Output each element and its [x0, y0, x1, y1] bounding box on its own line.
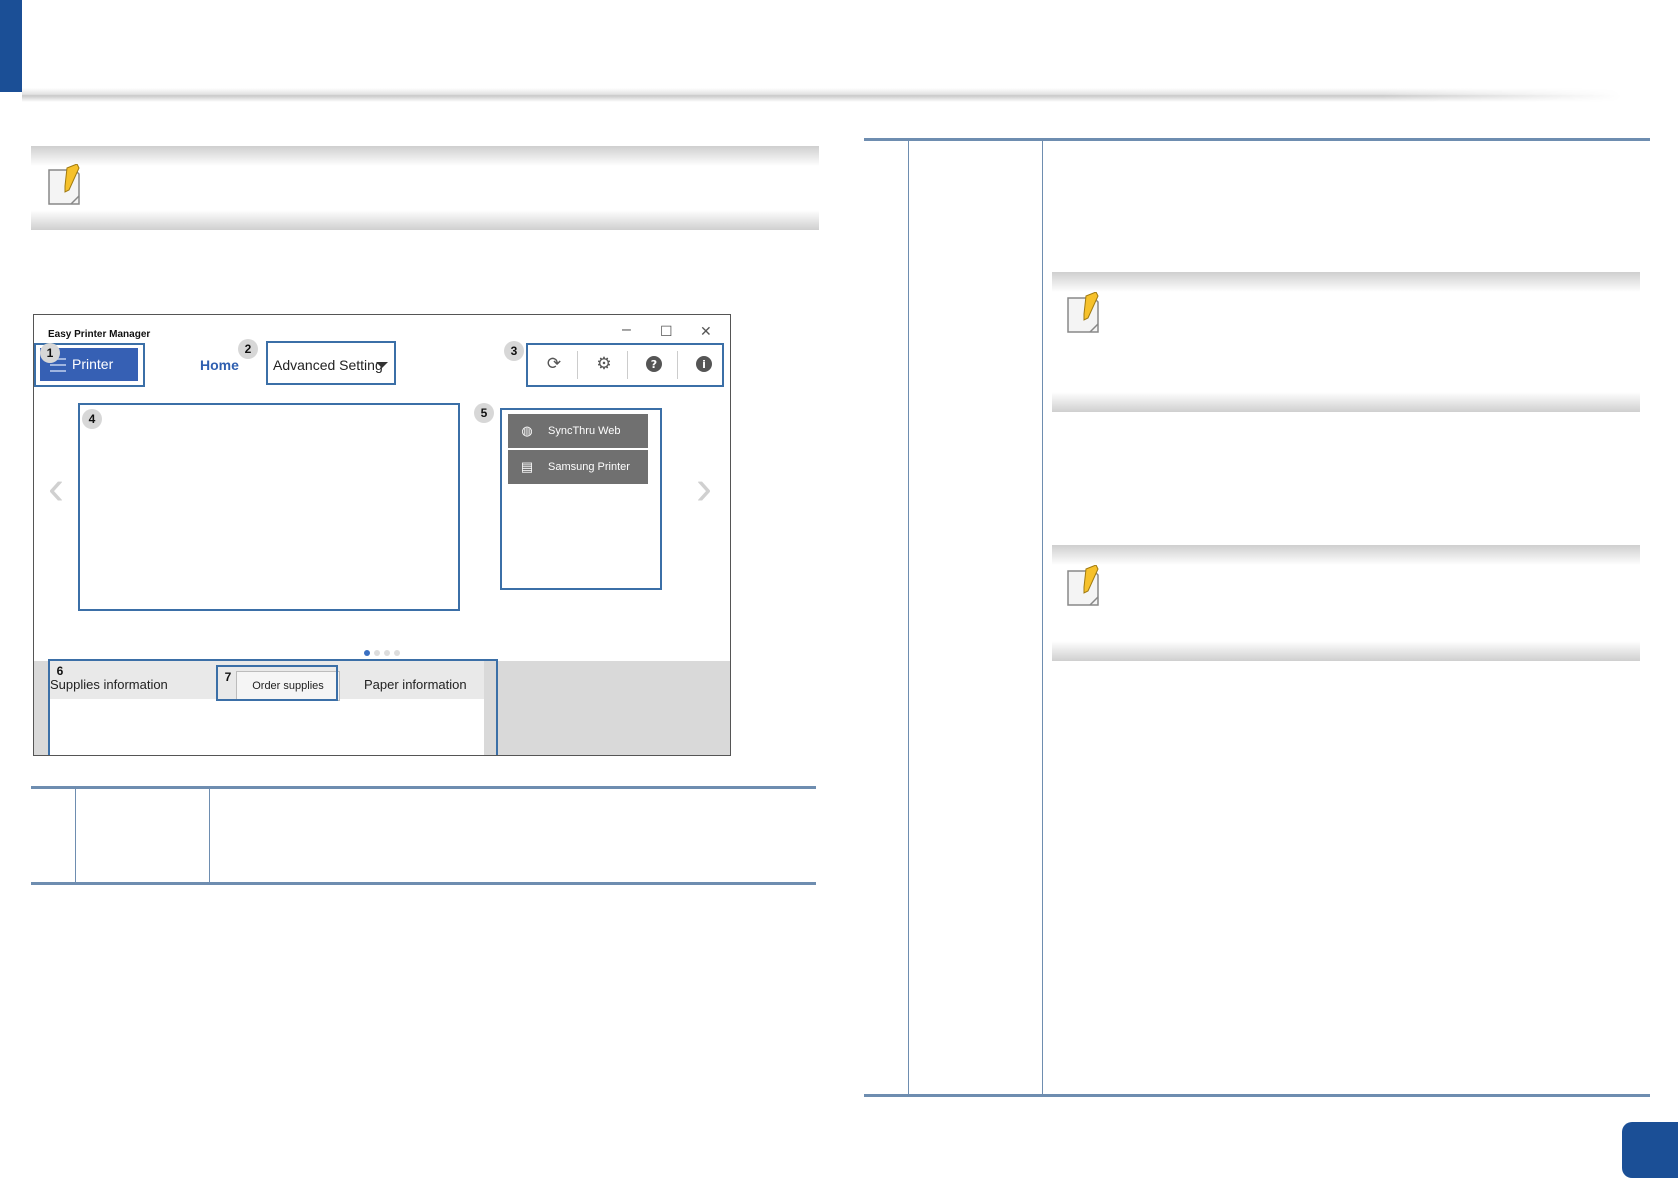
note-bar-bottom-band [31, 210, 819, 230]
device-panel [78, 403, 460, 611]
badge-5: 5 [474, 403, 494, 423]
right-table-top-rule [864, 138, 1650, 141]
refresh-icon[interactable]: ⟳ [545, 355, 563, 373]
toolbar-separator [627, 351, 628, 379]
toolbar-separator [577, 351, 578, 379]
samsung-printer-item[interactable]: ▤ Samsung Printer [508, 450, 648, 484]
note-bar-top-band [1052, 272, 1640, 292]
quick-links-panel: ◍ SyncThru Web Service ▤ Samsung Printer [500, 408, 662, 590]
left-table-bottom-rule [31, 882, 816, 885]
page-number-badge [1622, 1122, 1678, 1178]
gear-icon[interactable]: ⚙ [595, 355, 613, 373]
minimize-button[interactable]: – [622, 321, 631, 339]
home-link[interactable]: Home [200, 357, 239, 373]
note-bar-top-band [31, 146, 819, 166]
carousel-prev-arrow[interactable]: ‹ [48, 465, 64, 513]
carousel-dot[interactable] [394, 650, 400, 656]
badge-6: 6 [56, 664, 64, 678]
advanced-setting-dropdown[interactable]: Advanced Setting [266, 341, 396, 385]
window-title: Easy Printer Manager [48, 329, 151, 340]
carousel-dot[interactable] [374, 650, 380, 656]
syncthru-web-service-item[interactable]: ◍ SyncThru Web Service [508, 414, 648, 471]
chapter-tab [0, 0, 22, 92]
samsung-printer-label: Samsung Printer [548, 461, 630, 473]
printer-button-label: Printer [72, 356, 114, 372]
badge-2: 2 [238, 339, 258, 359]
toolbar-separator [677, 351, 678, 379]
note-bar-left [31, 146, 819, 230]
note-icon [1067, 565, 1099, 606]
badge-3: 3 [504, 341, 524, 361]
globe-icon: ◍ [521, 423, 533, 438]
note-bar-bottom-band [1052, 392, 1640, 412]
carousel-dot[interactable] [364, 650, 370, 656]
badge-4: 4 [82, 409, 102, 429]
right-table-col-divider [908, 141, 909, 1094]
badge-1: 1 [40, 343, 60, 363]
left-table-col-divider [75, 789, 76, 882]
easy-printer-manager-window: Easy Printer Manager – ☐ ✕ Printer 1 Hom… [33, 314, 731, 756]
note-bar-top-band [1052, 545, 1640, 565]
right-table-col-divider [1042, 141, 1043, 1094]
note-bar-right-1 [1052, 272, 1640, 412]
svg-text:?: ? [651, 358, 657, 371]
help-icon[interactable]: ? [645, 355, 663, 373]
right-table-bottom-rule [864, 1094, 1650, 1097]
maximize-button[interactable]: ☐ [660, 323, 673, 340]
svg-text:i: i [702, 358, 706, 371]
badge-7: 7 [224, 670, 232, 684]
note-bar-right-2 [1052, 545, 1640, 661]
left-table-top-rule [31, 786, 816, 789]
note-bar-bottom-band [1052, 641, 1640, 661]
carousel-dot[interactable] [384, 650, 390, 656]
header-rule [22, 88, 1622, 102]
carousel-next-arrow[interactable]: › [696, 465, 712, 513]
close-button[interactable]: ✕ [700, 323, 712, 340]
chevron-down-icon [376, 362, 388, 368]
advanced-setting-label: Advanced Setting [273, 357, 383, 373]
note-icon [1067, 292, 1099, 333]
printer-icon: ▤ [520, 459, 534, 474]
left-table-col-divider [209, 789, 210, 882]
note-icon [48, 164, 80, 205]
info-icon[interactable]: i [695, 355, 713, 373]
